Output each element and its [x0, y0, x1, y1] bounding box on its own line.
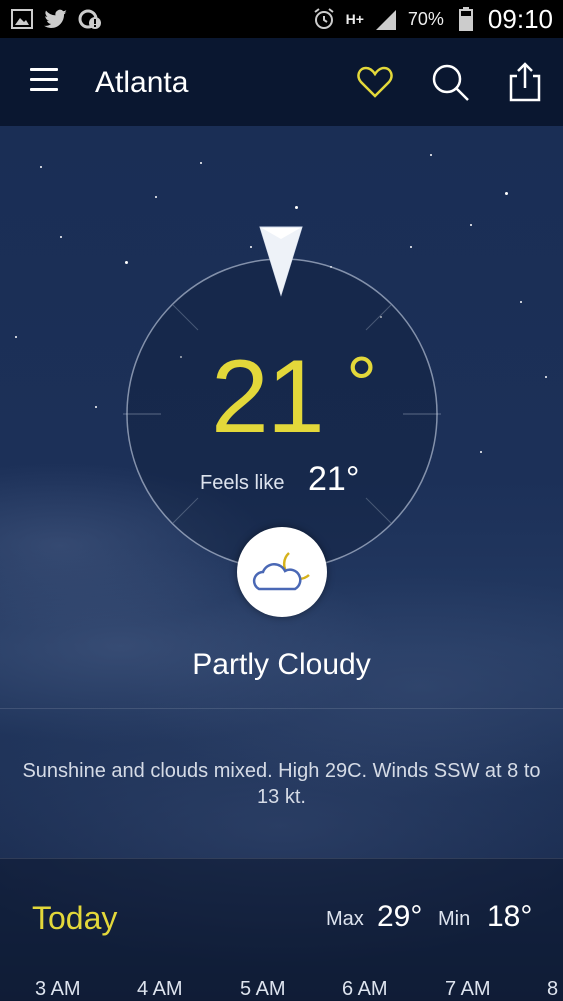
partly-cloudy-night-icon — [237, 527, 327, 617]
hour-label[interactable]: 7 AM — [445, 978, 491, 1001]
star — [295, 206, 298, 209]
hour-label[interactable]: 8 — [547, 978, 558, 1001]
status-bar: H+ 70% 09:10 — [0, 0, 563, 38]
share-icon[interactable] — [505, 62, 545, 102]
min-temperature: 18° — [487, 900, 533, 933]
hourly-strip[interactable]: 3 AM 4 AM 5 AM 6 AM 7 AM 8 — [0, 978, 563, 1000]
hour-label[interactable]: 3 AM — [35, 978, 81, 1001]
today-label[interactable]: Today — [32, 900, 117, 937]
twitter-icon — [44, 7, 68, 31]
status-clock: 09:10 — [487, 3, 553, 34]
star — [250, 246, 252, 248]
menu-icon[interactable] — [30, 68, 58, 92]
max-label: Max — [326, 908, 364, 930]
star — [545, 376, 547, 378]
feels-like-value: 21° — [308, 460, 360, 498]
battery-icon — [454, 7, 478, 31]
wind-direction-pointer — [259, 226, 303, 297]
temperature-degree: ° — [346, 340, 378, 428]
star — [480, 451, 482, 453]
sync-alert-icon — [78, 7, 102, 31]
star — [155, 196, 157, 198]
min-label: Min — [438, 908, 471, 930]
network-type: H+ — [345, 11, 364, 27]
current-temperature: 21 — [211, 339, 325, 455]
feels-like-label: Feels like — [200, 472, 285, 494]
star — [505, 192, 508, 195]
divider — [0, 858, 563, 859]
app-bar: Atlanta — [0, 38, 563, 126]
star — [60, 236, 62, 238]
search-icon[interactable] — [430, 62, 470, 102]
max-temperature: 29° — [377, 900, 423, 933]
star — [15, 336, 17, 338]
hour-label[interactable]: 6 AM — [342, 978, 388, 1001]
gallery-icon — [10, 7, 34, 31]
hour-label[interactable]: 4 AM — [137, 978, 183, 1001]
star — [200, 162, 202, 164]
star — [40, 166, 42, 168]
battery-percent: 70% — [407, 8, 444, 29]
star — [520, 301, 522, 303]
condition-text: Partly Cloudy — [192, 648, 371, 681]
forecast-summary: Sunshine and clouds mixed. High 29C. Win… — [22, 760, 541, 808]
star — [410, 246, 412, 248]
star — [470, 224, 472, 226]
heart-icon[interactable] — [355, 62, 395, 102]
divider — [0, 708, 563, 709]
hour-label[interactable]: 5 AM — [240, 978, 286, 1001]
star — [430, 154, 432, 156]
alarm-icon — [312, 7, 336, 31]
star — [95, 406, 97, 408]
signal-icon — [374, 7, 398, 31]
city-name[interactable]: Atlanta — [95, 66, 188, 100]
